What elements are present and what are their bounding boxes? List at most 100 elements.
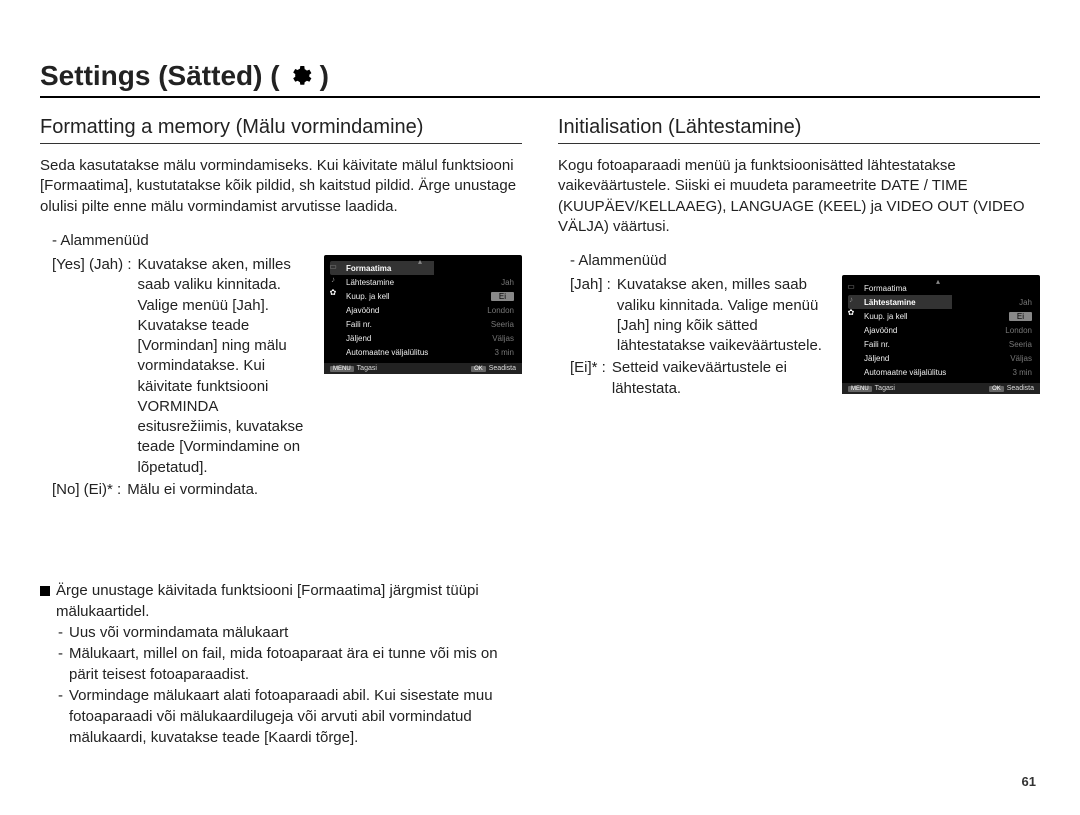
- lcd-menu-row: JäljendVäljas: [330, 331, 516, 345]
- note-item: -Uus või vormindamata mälukaart: [58, 622, 522, 643]
- gear-small-icon: ✿: [846, 307, 856, 317]
- note-items: -Uus või vormindamata mälukaart-Mälukaar…: [40, 622, 522, 748]
- ok-tag: OK: [989, 386, 1004, 392]
- init-intro: Kogu fotoaparaadi menüü ja funktsioonisä…: [558, 156, 1040, 237]
- lcd-menu-row: Faili nr. Seeria: [848, 337, 1034, 351]
- dash-icon: -: [58, 622, 63, 643]
- lcd-item-label: Automaatne väljalülitus: [346, 348, 428, 357]
- lcd-item-value: Ei: [491, 292, 514, 301]
- content-columns: Formatting a memory (Mälu vormindamine) …: [40, 116, 1040, 748]
- page-number: 61: [1022, 774, 1036, 789]
- lcd-menu-row: Automaatne väljalülitus 3 min: [848, 365, 1034, 379]
- square-bullet-icon: [40, 586, 50, 596]
- lcd-menu-row: Faili nr. Seeria: [330, 317, 516, 331]
- lcd-side-icons: ▭ ♪ ✿: [328, 261, 338, 297]
- back-label: Tagasi: [875, 385, 895, 392]
- lcd-footer: MENUTagasi OKSeadista: [324, 363, 522, 374]
- camera-lcd-init: ▴ ▭ ♪ ✿ Formaatima Lähtestamine Jah Kuup. j…: [842, 275, 1040, 394]
- init-options-text: [Jah] : Kuvatakse aken, milles saab vali…: [558, 275, 828, 399]
- yes-label: [Yes] (Jah) :: [52, 255, 131, 478]
- lcd-menu-row: Jäljend Väljas: [848, 351, 1034, 365]
- lcd-menu-row: Kuup. ja kellEi: [848, 309, 1034, 323]
- display-icon: ▭: [846, 281, 856, 291]
- manual-page: Settings (Sätted) ( ) Formatting a memor…: [0, 0, 1080, 815]
- right-column: Initialisation (Lähtestamine) Kogu fotoa…: [558, 116, 1040, 748]
- lcd-menu-row: Formaatima: [848, 281, 1034, 295]
- lcd-menu-row: Ajavöönd London: [848, 323, 1034, 337]
- section-heading-init: Initialisation (Lähtestamine): [558, 116, 1040, 144]
- lcd-item-value: 3 min: [1012, 368, 1032, 377]
- ok-tag: OK: [471, 366, 486, 372]
- submenu-label-right: - Alammenüüd: [558, 251, 1040, 271]
- lcd-item-value: Jah: [1019, 298, 1032, 307]
- lcd-item-label: Formaatima: [864, 284, 907, 293]
- init-yes-label: [Jah] :: [570, 275, 611, 356]
- formatting-yes-block: [Yes] (Jah) : Kuvatakse aken, milles saa…: [40, 255, 310, 500]
- init-no-desc: Setteid vaikeväärtustele ei lähtestata.: [612, 358, 828, 399]
- menu-tag: MENU: [330, 366, 354, 372]
- no-desc: Mälu ei vormindata.: [127, 480, 310, 500]
- note-lead-row: Ärge unustage käivitada funktsiooni [For…: [40, 580, 522, 622]
- lcd-item-label: Lähtestamine: [864, 298, 916, 307]
- lcd-footer: MENUTagasi OKSeadista: [842, 383, 1040, 394]
- note-item-text: Vormindage mälukaart alati fotoaparaadi …: [69, 685, 522, 748]
- page-title-text: Settings (Sätted) (: [40, 60, 280, 92]
- lcd-item-label: Jäljend: [864, 354, 889, 363]
- lcd-item-value: Jah: [501, 278, 514, 287]
- page-title-row: Settings (Sätted) ( ): [40, 60, 1040, 98]
- section-heading-formatting: Formatting a memory (Mälu vormindamine): [40, 116, 522, 144]
- submenu-label-left: - Alammenüüd: [40, 231, 522, 251]
- lcd-menu-row: Automaatne väljalülitus 3 min: [330, 345, 516, 359]
- left-column: Formatting a memory (Mälu vormindamine) …: [40, 116, 522, 748]
- init-submenus: - Alammenüüd [Jah] : Kuvatakse aken, mil…: [558, 251, 1040, 399]
- lcd-menu-row: Formaatima: [330, 261, 516, 275]
- lcd-item-value: Seeria: [491, 320, 514, 329]
- no-label: [No] (Ei)* :: [52, 480, 121, 500]
- page-title-close: ): [320, 60, 329, 92]
- formatting-yes-row: [Yes] (Jah) : Kuvatakse aken, milles saa…: [40, 255, 522, 500]
- lcd-menu-row: Lähtestamine Jah: [330, 275, 516, 289]
- gear-icon: [288, 64, 312, 88]
- lcd-item-label: Ajavöönd: [864, 326, 897, 335]
- set-label: Seadista: [489, 365, 516, 372]
- caret-up-icon: ▴: [936, 277, 940, 286]
- init-yes-desc: Kuvatakse aken, milles saab valiku kinni…: [617, 275, 828, 356]
- set-label: Seadista: [1007, 385, 1034, 392]
- lcd-item-label: Lähtestamine: [346, 278, 394, 287]
- note-lead: Ärge unustage käivitada funktsiooni [For…: [56, 580, 522, 622]
- caret-up-icon: ▴: [418, 257, 422, 266]
- sound-icon: ♪: [846, 294, 856, 304]
- init-no-label: [Ei]* :: [570, 358, 606, 399]
- gear-small-icon: ✿: [328, 287, 338, 297]
- note-item-text: Uus või vormindamata mälukaart: [69, 622, 288, 643]
- display-icon: ▭: [328, 261, 338, 271]
- camera-lcd-formatting: ▴ ▭ ♪ ✿ Formaatima Lähtestamine Jah Kuup. j…: [324, 255, 522, 374]
- formatting-intro: Seda kasutatakse mälu vormindamiseks. Ku…: [40, 156, 522, 217]
- menu-tag: MENU: [848, 386, 872, 392]
- lcd-item-value: Väljas: [1010, 354, 1032, 363]
- sound-icon: ♪: [328, 274, 338, 284]
- lcd-item-label: Formaatima: [346, 264, 391, 273]
- dash-icon: -: [58, 685, 63, 748]
- note-item: -Vormindage mälukaart alati fotoaparaadi…: [58, 685, 522, 748]
- note-item-text: Mälukaart, millel on fail, mida fotoapar…: [69, 643, 522, 685]
- back-label: Tagasi: [357, 365, 377, 372]
- lcd-item-value: Seeria: [1009, 340, 1032, 349]
- lcd-item-value: 3 min: [494, 348, 514, 357]
- lcd-menu-row: Lähtestamine Jah: [848, 295, 1034, 309]
- note-item: -Mälukaart, millel on fail, mida fotoapa…: [58, 643, 522, 685]
- lcd-item-label: Faili nr.: [864, 340, 890, 349]
- dash-icon: -: [58, 643, 63, 685]
- lcd-item-value: London: [1005, 326, 1032, 335]
- lcd-item-label: Automaatne väljalülitus: [864, 368, 946, 377]
- yes-desc: Kuvatakse aken, milles saab valiku kinni…: [137, 255, 310, 478]
- lcd-item-label: Faili nr.: [346, 320, 372, 329]
- note-block: Ärge unustage käivitada funktsiooni [For…: [40, 580, 522, 748]
- lcd-item-value: Ei: [1009, 312, 1032, 321]
- lcd-item-label: Kuup. ja kell: [346, 292, 390, 301]
- lcd-item-label: Ajavöönd: [346, 306, 379, 315]
- lcd-item-value: Väljas: [492, 334, 514, 343]
- lcd-menu-row: Kuup. ja kell Ei: [330, 289, 516, 303]
- lcd-side-icons: ▭ ♪ ✿: [846, 281, 856, 317]
- init-options-row: [Jah] : Kuvatakse aken, milles saab vali…: [558, 275, 1040, 399]
